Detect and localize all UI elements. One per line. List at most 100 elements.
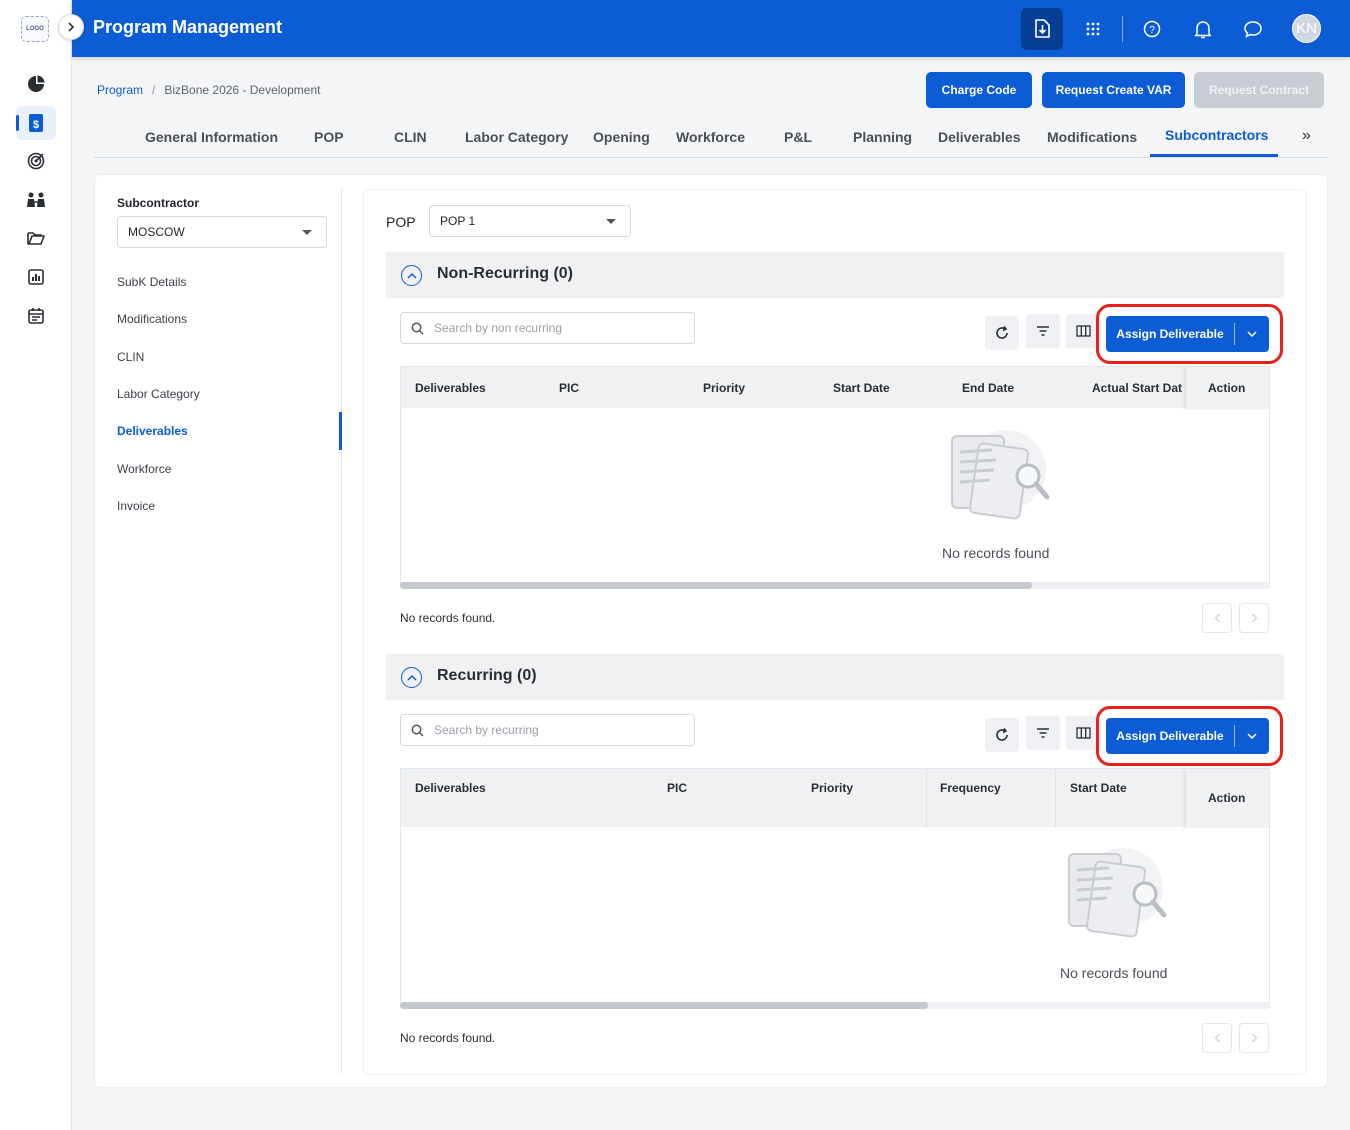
tab-pnl[interactable]: P&L <box>784 129 812 145</box>
breadcrumb-program-link[interactable]: Program <box>97 83 143 97</box>
chevron-left-icon <box>1213 613 1220 623</box>
help-icon: ? <box>1143 20 1161 38</box>
search-placeholder: Search by non recurring <box>434 321 563 335</box>
col-priority[interactable]: Priority <box>811 781 853 795</box>
notifications-button[interactable] <box>1182 8 1224 50</box>
people-icon[interactable] <box>16 183 56 217</box>
calendar-icon[interactable] <box>16 298 56 332</box>
refresh-button[interactable] <box>985 718 1019 752</box>
col-priority[interactable]: Priority <box>703 381 745 395</box>
top-header: Program Management ? KN <box>72 0 1350 57</box>
tab-labor-category[interactable]: Labor Category <box>465 129 568 145</box>
scrollbar-thumb[interactable] <box>400 1002 928 1009</box>
collapse-icon[interactable] <box>401 667 422 688</box>
download-file-icon <box>1035 19 1050 38</box>
subcontractor-select[interactable]: MOSCOW <box>117 216 327 248</box>
next-page-button[interactable] <box>1239 1023 1269 1053</box>
col-action[interactable]: Action <box>1208 791 1245 805</box>
table-header-row: Deliverables PIC Priority Frequency Star… <box>401 768 1269 828</box>
apps-grid-icon <box>1086 22 1100 36</box>
col-action[interactable]: Action <box>1208 381 1245 395</box>
col-end-date[interactable]: End Date <box>962 381 1014 395</box>
non-recurring-header[interactable]: Non-Recurring (0) <box>386 252 1284 298</box>
active-tab-indicator <box>1150 154 1278 157</box>
chevron-right-icon <box>68 22 75 32</box>
tab-deliverables[interactable]: Deliverables <box>938 129 1021 145</box>
column-divider <box>1055 769 1056 828</box>
nav-divider <box>341 189 342 1074</box>
next-page-button[interactable] <box>1239 603 1269 633</box>
program-budget-icon[interactable]: $ <box>16 106 56 140</box>
action-column-header: Action <box>1185 367 1269 409</box>
prev-page-button[interactable] <box>1202 603 1232 633</box>
chevron-right-icon <box>1251 1033 1258 1043</box>
svg-text:?: ? <box>1149 25 1155 36</box>
tab-planning[interactable]: Planning <box>853 129 912 145</box>
col-start-date[interactable]: Start Date <box>833 381 890 395</box>
caret-down-icon <box>606 219 616 224</box>
col-frequency[interactable]: Frequency <box>940 781 1001 795</box>
chevron-left-icon <box>1213 1033 1220 1043</box>
refresh-button[interactable] <box>985 316 1019 350</box>
nav-labor-category[interactable]: Labor Category <box>117 387 200 401</box>
table-footer-text: No records found. <box>400 1031 496 1045</box>
non-recurring-search-input[interactable]: Search by non recurring <box>400 312 695 344</box>
folder-icon[interactable] <box>16 221 56 255</box>
apps-grid-button[interactable] <box>1072 8 1114 50</box>
charge-code-button[interactable]: Charge Code <box>926 72 1032 108</box>
tab-workforce[interactable]: Workforce <box>676 129 745 145</box>
col-deliverables[interactable]: Deliverables <box>415 381 486 395</box>
tab-subcontractors[interactable]: Subcontractors <box>1165 127 1268 143</box>
breadcrumb: Program / BizBone 2026 - Development <box>97 83 320 97</box>
tab-general-information[interactable]: General Information <box>145 129 278 145</box>
nav-invoice[interactable]: Invoice <box>117 499 155 513</box>
nav-workforce[interactable]: Workforce <box>117 462 171 476</box>
empty-state-text: No records found <box>1060 965 1168 981</box>
tab-clin[interactable]: CLIN <box>394 129 427 145</box>
report-icon[interactable] <box>16 260 56 294</box>
columns-button[interactable] <box>1066 716 1100 750</box>
empty-state-illustration <box>1061 840 1171 950</box>
dashboard-icon[interactable] <box>16 67 56 101</box>
columns-button[interactable] <box>1066 314 1100 348</box>
recurring-header[interactable]: Recurring (0) <box>386 654 1284 700</box>
header-divider <box>1122 16 1123 42</box>
horizontal-scrollbar[interactable] <box>400 582 1270 589</box>
pop-select[interactable]: POP 1 <box>429 205 631 237</box>
tab-pop[interactable]: POP <box>314 129 344 145</box>
tabs-more-button[interactable]: » <box>1302 127 1311 145</box>
nav-subk-details[interactable]: SubK Details <box>117 275 186 289</box>
columns-icon <box>1075 727 1091 739</box>
pop-label: POP <box>386 214 416 230</box>
nav-deliverables[interactable]: Deliverables <box>117 424 188 438</box>
empty-state-illustration <box>944 422 1054 532</box>
non-recurring-title: Non-Recurring (0) <box>437 265 573 282</box>
tab-opening[interactable]: Opening <box>593 129 650 145</box>
col-actual-start-date[interactable]: Actual Start Dat <box>1092 381 1184 395</box>
help-button[interactable]: ? <box>1131 8 1173 50</box>
col-deliverables[interactable]: Deliverables <box>415 781 486 795</box>
tab-modifications[interactable]: Modifications <box>1047 129 1137 145</box>
filter-button[interactable] <box>1026 314 1060 348</box>
col-pic[interactable]: PIC <box>559 381 579 395</box>
column-divider <box>926 769 927 828</box>
scrollbar-thumb[interactable] <box>400 582 1032 589</box>
request-contract-button[interactable]: Request Contract <box>1194 72 1324 108</box>
recurring-search-input[interactable]: Search by recurring <box>400 714 695 746</box>
table-footer-text: No records found. <box>400 611 496 625</box>
chat-button[interactable] <box>1232 8 1274 50</box>
download-button[interactable] <box>1021 8 1063 50</box>
expand-sidebar-button[interactable] <box>58 14 84 40</box>
collapse-icon[interactable] <box>401 265 422 286</box>
col-start-date[interactable]: Start Date <box>1070 781 1127 795</box>
nav-modifications[interactable]: Modifications <box>117 312 187 326</box>
col-pic[interactable]: PIC <box>667 781 687 795</box>
request-create-var-button[interactable]: Request Create VAR <box>1042 72 1185 108</box>
caret-down-icon <box>302 230 312 235</box>
prev-page-button[interactable] <box>1202 1023 1232 1053</box>
horizontal-scrollbar[interactable] <box>400 1002 1270 1009</box>
filter-button[interactable] <box>1026 716 1060 750</box>
target-icon[interactable] <box>16 144 56 178</box>
nav-clin[interactable]: CLIN <box>117 350 144 364</box>
user-avatar[interactable]: KN <box>1292 14 1321 43</box>
